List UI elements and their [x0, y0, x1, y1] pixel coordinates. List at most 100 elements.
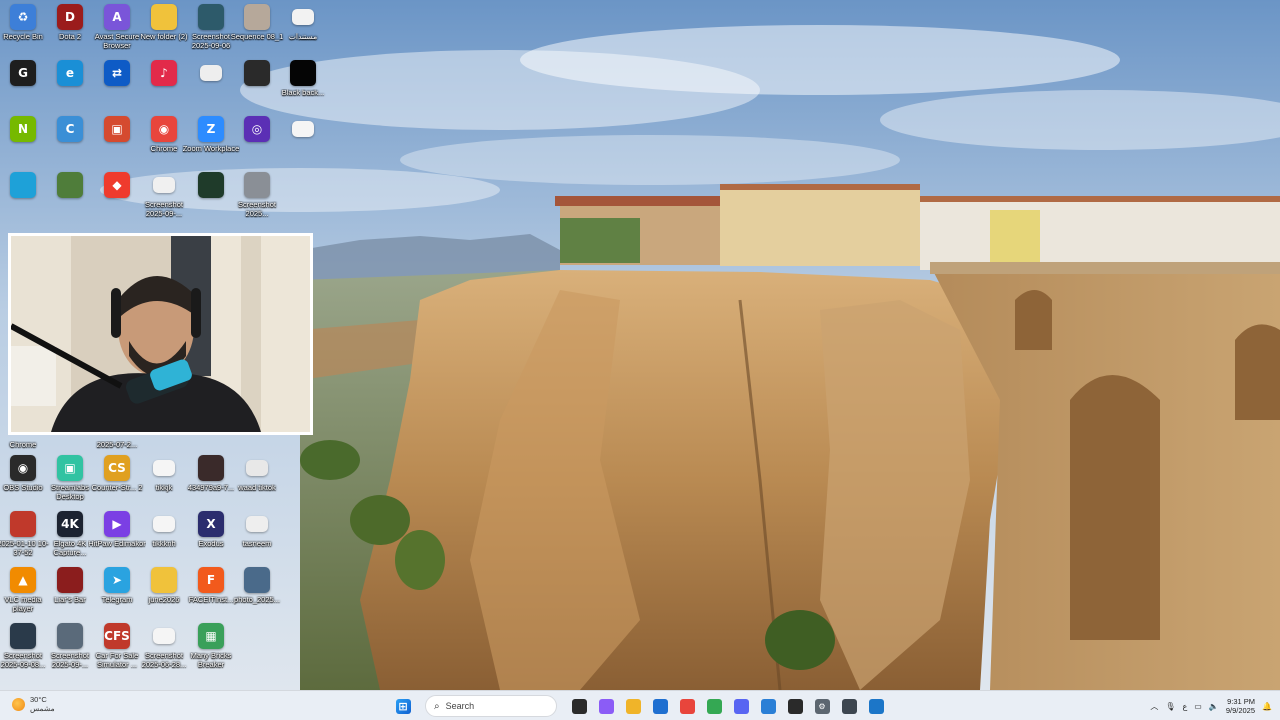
microphone-icon[interactable]: 🎙 [1165, 702, 1175, 711]
chrome-active-icon[interactable] [703, 695, 725, 717]
faceit-icon: F [198, 567, 224, 593]
search-icon: ⌕ [434, 700, 440, 712]
taskbar: 30°C مشمس ⊞ ⌕ Search ⚙ ︿ 🎙 ع ▭ 🔈 9:31 PM 9/… [0, 690, 1280, 720]
settings-icon[interactable]: ⚙ [811, 695, 833, 717]
store-icon[interactable] [649, 695, 671, 717]
obs-like-icon: ◎ [244, 116, 270, 142]
desktop-icon[interactable]: ⇄ [92, 60, 142, 89]
desktop-icon[interactable]: ▣ Streamlabs Desktop [45, 455, 95, 501]
task-view-icon[interactable] [568, 695, 590, 717]
screenshot-icon [153, 628, 175, 644]
start-button[interactable]: ⊞ [392, 695, 414, 717]
desktop-icon-label: tasneem [242, 540, 272, 548]
window-icon[interactable] [757, 695, 779, 717]
phone-image-icon [246, 460, 268, 476]
remote-desktop-icon[interactable] [865, 695, 887, 717]
desktop-icon[interactable]: ▦ Many Bricks Breaker [186, 623, 236, 669]
exodus-icon: X [198, 511, 224, 537]
phone-image-icon [198, 172, 224, 198]
desktop-icon[interactable]: Screenshot 2025-09-06 [186, 4, 236, 50]
desktop-icon[interactable]: C [45, 116, 95, 145]
document-icon [292, 9, 314, 25]
desktop-icon[interactable] [232, 60, 282, 89]
text-file-icon [153, 460, 175, 476]
game-icon [57, 172, 83, 198]
installer-icon: ▣ [104, 116, 130, 142]
language-indicator[interactable]: ع [1183, 702, 1188, 711]
obs-taskbar-icon[interactable] [784, 695, 806, 717]
sun-icon [12, 697, 25, 711]
desktop-icon[interactable]: e [45, 60, 95, 89]
chevron-up-icon[interactable]: ︿ [1150, 701, 1158, 712]
liars-bar-icon [57, 567, 83, 593]
store-icon-glyph [652, 698, 668, 714]
desktop-icon-label: waad tiktok [238, 484, 276, 492]
desktop-icon-label: Chrome [9, 441, 37, 449]
desktop-icon[interactable] [0, 172, 48, 201]
video-file-icon [10, 511, 36, 537]
blank-file-icon [200, 65, 222, 81]
desktop-icon[interactable]: ♪ [139, 60, 189, 89]
window-icon-glyph [760, 698, 776, 714]
desktop-icon[interactable]: Z Zoom Workplace [183, 116, 239, 154]
desktop-icon[interactable]: 4K Elgato 4K Capture... [45, 511, 95, 557]
desktop-icon[interactable]: Screenshot 2025... [232, 172, 282, 218]
file-explorer-icon[interactable] [622, 695, 644, 717]
screenshot-icon [244, 172, 270, 198]
copilot-icon[interactable] [595, 695, 617, 717]
settings-icon-glyph: ⚙ [814, 698, 830, 714]
desktop-icon[interactable]: tasneem [232, 511, 282, 549]
desktop-icon[interactable]: مستندات [278, 4, 328, 42]
hitpaw-icon: ▶ [104, 511, 130, 537]
text-file-icon [153, 516, 175, 532]
volume-icon[interactable]: 🔈 [1209, 702, 1219, 711]
video-file-icon [244, 4, 270, 30]
weather-widget[interactable]: 30°C مشمس [12, 695, 55, 713]
desktop-icon[interactable]: 2025-07-2... [92, 412, 142, 450]
desktop-icon[interactable]: Screenshot 2025-09-... [139, 172, 189, 218]
recycle-bin-icon: ♻ [10, 4, 36, 30]
clock[interactable]: 9:31 PM 9/9/2025 [1226, 697, 1255, 715]
copilot-icon-glyph [598, 698, 614, 714]
search-placeholder: Search [445, 701, 475, 711]
notification-bell-icon[interactable]: 🔔 [1262, 702, 1272, 711]
start-icon: ⊞ [395, 698, 411, 714]
streamlabs-icon: ▣ [57, 455, 83, 481]
system-tray: ︿ 🎙 ع ▭ 🔈 9:31 PM 9/9/2025 🔔 [1150, 694, 1272, 718]
discord-icon[interactable] [730, 695, 752, 717]
desktop-icon[interactable]: waad tiktok [232, 455, 282, 493]
calculator-icon-glyph [841, 698, 857, 714]
phone-image-icon [198, 455, 224, 481]
desktop-icon[interactable]: Chrome [0, 412, 48, 450]
phone-image-icon [246, 516, 268, 532]
desktop-icon-label: مستندات [288, 33, 318, 41]
tiktok-icon: ♪ [151, 60, 177, 86]
counter-strike-icon: CS [104, 455, 130, 481]
desktop-icon[interactable] [186, 60, 236, 89]
desktop-icon[interactable] [186, 172, 236, 201]
dota2-icon: D [57, 4, 83, 30]
elgato-icon: 4K [57, 511, 83, 537]
desktop-icon[interactable]: ◆ [92, 172, 142, 201]
vlc-icon: ▲ [10, 567, 36, 593]
avast-browser-icon: A [104, 4, 130, 30]
gaming-app-icon: G [10, 60, 36, 86]
desktop-icon[interactable]: N [0, 116, 48, 145]
discord-icon-glyph [733, 698, 749, 714]
chrome-taskbar-icon[interactable] [676, 695, 698, 717]
desktop-icon[interactable] [278, 116, 328, 145]
desktop-icon[interactable] [45, 172, 95, 201]
bricks-game-icon: ▦ [198, 623, 224, 649]
desktop-icon[interactable]: ▲ VLC media player [0, 567, 48, 613]
desktop-icon[interactable]: photo_2025... [232, 567, 282, 605]
desktop-icon[interactable]: Black back... [278, 60, 328, 98]
desktop-icon[interactable]: G [0, 60, 48, 89]
desktop-icon[interactable]: ◎ [232, 116, 282, 145]
desktop-icon[interactable]: ▣ [92, 116, 142, 145]
taskbar-search-box[interactable]: ⌕ Search [425, 695, 557, 717]
network-icon[interactable]: ▭ [1194, 702, 1202, 711]
obs-taskbar-icon-glyph [787, 698, 803, 714]
calculator-icon[interactable] [838, 695, 860, 717]
car-sale-icon: CFS [104, 623, 130, 649]
desktop-icon[interactable]: A Avast Secure Browser [92, 4, 142, 50]
